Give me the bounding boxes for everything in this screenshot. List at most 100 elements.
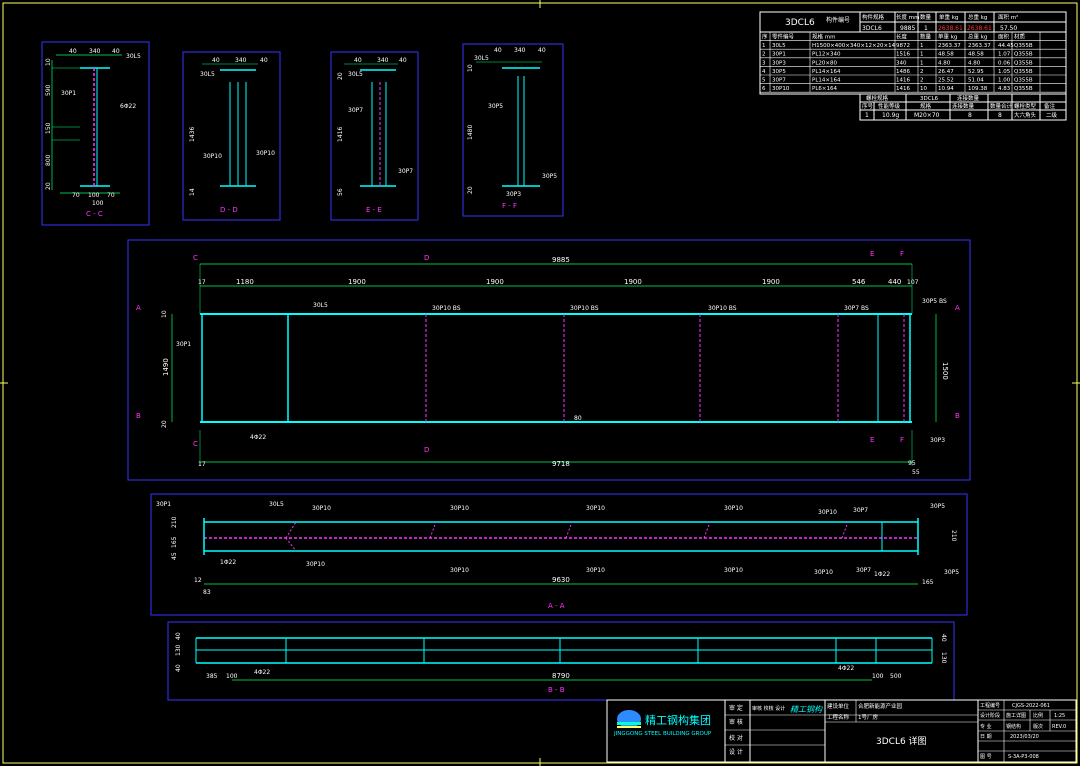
mark-b-right: B	[955, 412, 960, 420]
mark-d-bottom: D	[424, 446, 429, 454]
elev-dim-total: 9885	[552, 256, 570, 264]
elev-dim-10: 10	[161, 310, 168, 318]
ff-tag-p5b: 30P5	[542, 173, 557, 180]
dd-dim-40a: 40	[212, 57, 220, 64]
dd-dim-40b: 40	[260, 57, 268, 64]
drawing-id-label: 3DCL6	[785, 18, 815, 28]
ff-dim-1480: 1480	[467, 125, 474, 140]
elev-tag-hole4: 4Φ22	[250, 434, 266, 441]
parts-cell-qty: 1	[920, 43, 924, 49]
bom-col-area: 面积 m²	[998, 14, 1018, 21]
parts-cell-total_w: 52.95	[968, 69, 984, 75]
dd-tag-p10b: 30P10	[256, 150, 275, 157]
proj-no: CJGS-2022-061	[1012, 703, 1050, 709]
mark-b-left: B	[136, 412, 141, 420]
elev-tag-p10bs-b: 30P10 BS	[570, 305, 599, 312]
elev-tag-p10bs-a: 30P10 BS	[432, 305, 461, 312]
signature: 精工钢构	[790, 705, 823, 714]
ff-dim-40b: 40	[538, 47, 546, 54]
aa-tag-p5b: 30P5	[944, 569, 959, 576]
dd-dim-340: 340	[235, 57, 247, 64]
parts-cell-spec: PL14×164	[812, 69, 841, 75]
elev-dim-55: 55	[912, 469, 920, 476]
cc-tag-p1: 30P1	[61, 90, 76, 97]
parts-cell-part: 30L5	[772, 43, 786, 49]
elev-tag-p3: 30P3	[930, 437, 945, 444]
aa-tag-p1: 30P1	[156, 501, 171, 508]
section-ee-view: 40 340 40 20 1416 56 30L5 30P7 30P7 E - …	[330, 51, 419, 221]
ff-dim-340: 340	[514, 47, 526, 54]
bolt-col-note: 备注	[1044, 102, 1056, 110]
parts-cell-area: 4.83	[998, 86, 1011, 92]
parts-cell-spec: H1500×400×340×12×20×14	[812, 43, 896, 49]
parts-cell-unit_w: 10.94	[938, 86, 954, 92]
aa-tag-l5: 30L5	[269, 501, 284, 508]
bolt-col-grade: 性能等级	[878, 102, 901, 110]
aa-tag-p10-2: 30P10	[306, 561, 325, 568]
parts-cell-mat: Q355B	[1014, 69, 1033, 75]
bolt-table: 螺栓规格 3DCL6 连接数量 序号 性能等级 规格 连接数量 数量合计 螺栓类…	[859, 93, 1067, 121]
dd-tag-l5: 30L5	[200, 71, 215, 78]
cc-dim-590: 590	[45, 84, 52, 96]
bb-dim-500: 500	[890, 673, 902, 680]
aa-dim-180: 165	[922, 579, 934, 586]
aa-tag-p10-5: 30P10	[586, 505, 605, 512]
mark-e-bottom: E	[870, 436, 874, 444]
bolt-type: 大六角头	[1014, 111, 1037, 119]
mark-c-top: C	[193, 254, 198, 262]
parts-cell-mat: Q355B	[1014, 86, 1033, 92]
bom-col-size: 构件规格	[862, 13, 885, 21]
label-dwgno: 图 号	[980, 754, 992, 760]
bb-dim-40b: 40	[175, 664, 182, 672]
bb-dim-40a: 40	[175, 632, 182, 640]
ee-section-title: E - E	[366, 206, 382, 214]
bb-dim-100a: 100	[226, 673, 238, 680]
dwgno: S-3A-P3-008	[1008, 754, 1039, 760]
ff-dim-40a: 40	[494, 47, 502, 54]
aa-tag-p7b: 30P7	[856, 567, 871, 574]
parts-col-qty: 数量	[920, 33, 932, 41]
aa-dim-total: 9630	[552, 576, 570, 584]
elev-dim-1900c: 1900	[624, 278, 642, 286]
parts-cell-qty: 1	[920, 60, 924, 66]
label-project-unit: 建设单位	[827, 702, 850, 710]
bolt-title3: 连接数量	[957, 94, 980, 102]
label-proj-no: 工程编号	[980, 702, 1000, 709]
ff-tag-p3: 30P3	[506, 191, 521, 198]
parts-cell-len: 1416	[896, 86, 910, 92]
label-check: 审 核	[729, 718, 743, 726]
cc-dim-40b: 40	[112, 48, 120, 55]
ee-dim-40b: 40	[399, 57, 407, 64]
main-elevation-view: 9885 1180 1900 1900 1900 1900 546 440 10…	[127, 239, 971, 481]
parts-cell-unit_w: 25.52	[938, 78, 954, 84]
parts-cell-len: 1516	[896, 52, 910, 58]
bolt-col-type: 螺栓类型	[1014, 102, 1037, 110]
project-unit: 合肥新能源产业园	[858, 702, 903, 710]
title-block: 精工钢构集团 JINGGONG STEEL BUILDING GROUP 审 定…	[606, 699, 1077, 763]
dd-section-title: D - D	[220, 206, 238, 214]
elev-dim-1900b: 1900	[486, 278, 504, 286]
bolt-col-spec: 规格	[920, 102, 932, 110]
ee-tag-l5: 30L5	[348, 71, 363, 78]
drawing-title: 3DCL6 详图	[876, 735, 927, 747]
aa-dim-165: 165	[171, 536, 178, 548]
cc-dim-150: 150	[45, 122, 52, 134]
parts-cell-unit_w: 26.47	[938, 69, 954, 75]
cc-dim-100b: 100	[92, 200, 104, 207]
ff-tag-l5: 30L5	[474, 55, 489, 62]
cc-dim-800: 800	[45, 154, 52, 166]
bom-col-unit-w: 单重 kg	[939, 13, 958, 21]
bolt-title1: 螺栓规格	[866, 94, 889, 102]
elev-dim-107: 107	[907, 279, 919, 286]
parts-cell-area: 0.06	[998, 60, 1011, 66]
parts-cell-len: 1416	[896, 78, 910, 84]
cc-tag-hole6: 6Φ22	[120, 103, 136, 110]
mark-f-top: F	[900, 250, 904, 258]
bom-table: 3DCL6 构件编号 构件规格 长度 mm 数量 单重 kg 总重 kg 面积 …	[759, 11, 1067, 95]
review-value: 审核 校核 设计	[752, 705, 785, 712]
label-date: 日 期	[980, 734, 992, 740]
parts-cell-no: 4	[762, 69, 766, 75]
parts-col-no: 序	[762, 33, 768, 41]
bb-tag-hole4b: 4Φ22	[838, 665, 854, 672]
aa-dim-12: 12	[194, 577, 202, 584]
